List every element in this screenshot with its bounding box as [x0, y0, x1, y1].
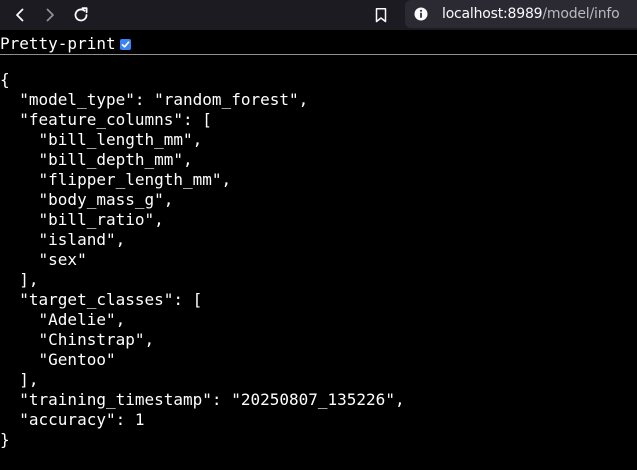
pretty-print-checkbox[interactable]: [119, 38, 131, 50]
reload-button[interactable]: [69, 3, 93, 27]
json-line: ],: [0, 370, 39, 389]
json-line: }: [0, 430, 10, 449]
json-line: "model_type": "random_forest",: [0, 90, 309, 109]
reload-icon: [74, 7, 88, 22]
chevron-right-icon: [46, 8, 54, 22]
json-line: "bill_ratio",: [0, 210, 164, 229]
json-line: "island",: [0, 230, 126, 249]
json-line: "body_mass_g",: [0, 190, 174, 209]
json-line: "training_timestamp": "20250807_135226",: [0, 390, 405, 409]
info-icon[interactable]: [414, 7, 428, 21]
json-line: "Adelie",: [0, 310, 126, 329]
bookmark-button[interactable]: [369, 3, 393, 27]
url-host: localhost:8989: [442, 6, 543, 22]
json-viewer: { "model_type": "random_forest", "featur…: [0, 70, 405, 450]
json-line: "sex": [0, 250, 87, 269]
bookmark-icon: [375, 8, 387, 23]
json-line: "target_classes": [: [0, 290, 203, 309]
json-line: "Chinstrap",: [0, 330, 155, 349]
checkmark-icon: [121, 40, 129, 48]
divider: [0, 54, 637, 55]
json-line: "bill_depth_mm",: [0, 150, 193, 169]
json-line: "feature_columns": [: [0, 110, 212, 129]
pretty-print-bar: Pretty-print: [0, 34, 131, 54]
json-line: "accuracy": 1: [0, 410, 145, 429]
json-line: {: [0, 70, 10, 89]
address-bar[interactable]: localhost:8989/model/info: [405, 0, 637, 28]
json-line: ],: [0, 270, 39, 289]
json-line: "flipper_length_mm",: [0, 170, 232, 189]
chevron-left-icon: [16, 8, 24, 22]
url-text[interactable]: localhost:8989/model/info: [442, 6, 620, 22]
json-line: "bill_length_mm",: [0, 130, 203, 149]
forward-button[interactable]: [38, 3, 62, 27]
pretty-print-label: Pretty-print: [0, 34, 116, 53]
browser-toolbar: localhost:8989/model/info: [0, 0, 637, 30]
back-button[interactable]: [8, 3, 32, 27]
url-path: /model/info: [542, 6, 620, 22]
json-line: "Gentoo": [0, 350, 116, 369]
